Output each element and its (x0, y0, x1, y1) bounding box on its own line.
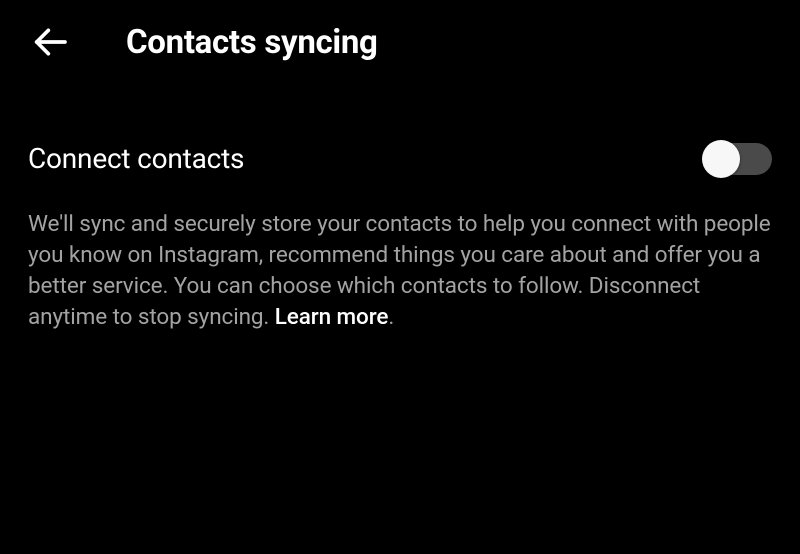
description-text: We'll sync and securely store your conta… (28, 211, 771, 330)
back-button[interactable] (30, 22, 70, 62)
connect-contacts-toggle[interactable] (706, 143, 772, 175)
main-content: Connect contacts We'll sync and securely… (0, 62, 800, 333)
arrow-left-icon (30, 22, 70, 62)
toggle-knob (702, 140, 740, 178)
connect-contacts-description: We'll sync and securely store your conta… (28, 209, 772, 333)
page-title: Contacts syncing (126, 23, 378, 62)
description-period: . (388, 304, 394, 330)
header: Contacts syncing (0, 0, 800, 62)
connect-contacts-row: Connect contacts (28, 142, 772, 175)
connect-contacts-label: Connect contacts (28, 142, 244, 175)
learn-more-link[interactable]: Learn more (275, 304, 389, 330)
